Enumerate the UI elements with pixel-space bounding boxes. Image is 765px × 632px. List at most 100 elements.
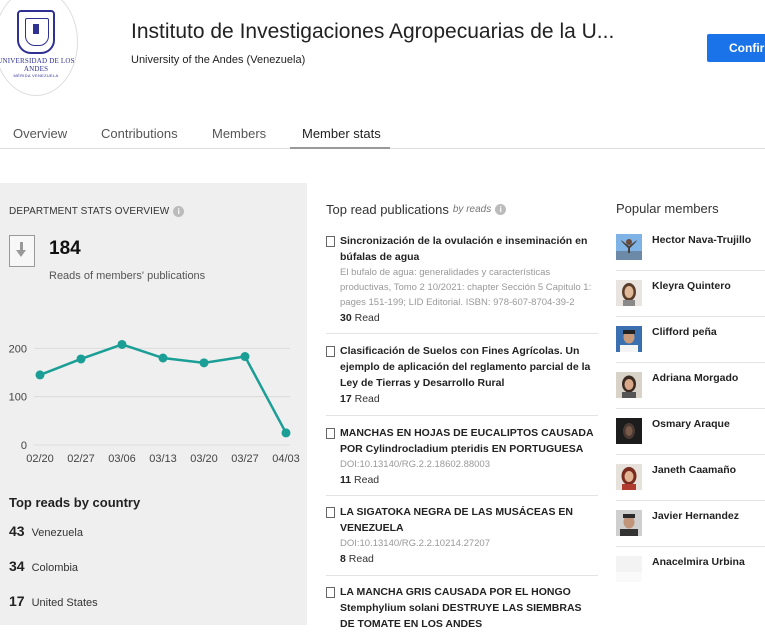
member-item[interactable]: Javier Hernandez: [616, 504, 765, 550]
publication-title: Sincronización de la ovulación e insemin…: [340, 235, 588, 263]
reads-count: 184: [49, 238, 81, 259]
data-point[interactable]: [281, 428, 291, 438]
avatar: [616, 234, 642, 260]
data-point[interactable]: [117, 339, 127, 349]
avatar: [616, 418, 642, 444]
avatar: [616, 510, 642, 536]
department-stats-panel: DEPARTMENT STATS OVERVIEW i 184 Reads of…: [0, 183, 307, 625]
document-icon: [326, 236, 335, 247]
country-count: 17: [9, 593, 25, 609]
data-point[interactable]: [240, 352, 250, 362]
divider: [326, 575, 598, 576]
publication-title-link[interactable]: MANCHAS EN HOJAS DE EUCALIPTOS CAUSADA P…: [326, 425, 598, 457]
reads-line-chart: 0 100 200 02/20 02/27 03/06 03/13 03/20 03/27 04…: [9, 339, 300, 465]
publication-meta: El bufalo de agua: generalidades y carac…: [340, 267, 592, 308]
publication-title: Clasificación de Suelos con Fines Agríco…: [340, 345, 591, 389]
member-item[interactable]: Osmary Araque: [616, 412, 765, 458]
university-link[interactable]: University of the Andes (Venezuela): [131, 54, 305, 66]
publication-title-link[interactable]: LA SIGATOKA NEGRA DE LAS MUSÁCEAS EN VEN…: [326, 504, 598, 536]
publication-reads: 11 Read: [326, 472, 598, 488]
publication-item: MANCHAS EN HOJAS DE EUCALIPTOS CAUSADA P…: [326, 425, 598, 488]
country-name: United States: [31, 597, 98, 609]
publication-reads: 17 Read: [326, 391, 598, 407]
tab-contributions[interactable]: Contributions: [101, 126, 178, 141]
publication-title: LA SIGATOKA NEGRA DE LAS MUSÁCEAS EN VEN…: [340, 506, 573, 534]
reads-label: Read: [354, 393, 380, 405]
reads-number: 30: [340, 312, 352, 324]
country-count: 43: [9, 523, 25, 539]
data-point[interactable]: [199, 358, 209, 368]
reads-number: 11: [340, 474, 352, 486]
member-name: Adriana Morgado: [652, 372, 739, 384]
country-row: 43 Venezuela: [9, 523, 83, 539]
publication-title-link[interactable]: Clasificación de Suelos con Fines Agríco…: [326, 343, 598, 391]
by-reads-label: by reads: [452, 204, 492, 215]
x-tick-label: 02/20: [26, 453, 54, 465]
publication-item: Sincronización de la ovulación e insemin…: [326, 233, 598, 326]
member-item[interactable]: Anacelmira Urbina: [616, 550, 765, 596]
download-reads-icon: [9, 235, 35, 267]
divider: [326, 415, 598, 416]
document-icon: [326, 587, 335, 598]
x-tick-label: 03/20: [190, 453, 218, 465]
tab-bar: Overview Contributions Members Member st…: [0, 118, 765, 149]
divider: [616, 362, 765, 363]
member-name: Kleyra Quintero: [652, 280, 731, 292]
member-item[interactable]: Clifford peña: [616, 320, 765, 366]
member-name: Hector Nava-Trujillo: [652, 234, 752, 246]
x-tick-label: 03/13: [149, 453, 177, 465]
member-item[interactable]: Adriana Morgado: [616, 366, 765, 412]
avatar: [616, 556, 642, 582]
publication-reads: 30 Read: [326, 310, 598, 326]
divider: [616, 408, 765, 409]
divider: [616, 270, 765, 271]
divider: [616, 316, 765, 317]
x-tick-label: 04/03: [272, 453, 300, 465]
country-count: 34: [9, 558, 25, 574]
country-name: Colombia: [31, 562, 79, 574]
divider: [616, 546, 765, 547]
reads-label: Reads of members' publications: [49, 270, 206, 282]
tab-members[interactable]: Members: [212, 126, 266, 141]
publication-reads: 8 Read: [326, 551, 598, 567]
tab-member-stats[interactable]: Member stats: [302, 126, 381, 141]
member-item[interactable]: Kleyra Quintero: [616, 274, 765, 320]
member-item[interactable]: Hector Nava-Trujillo: [616, 228, 765, 274]
publications-heading-text: Top read publications: [326, 202, 449, 217]
publication-item: Clasificación de Suelos con Fines Agríco…: [326, 343, 598, 407]
member-name: Osmary Araque: [652, 418, 730, 430]
data-point[interactable]: [35, 370, 45, 380]
info-icon[interactable]: i: [173, 206, 185, 217]
tab-overview[interactable]: Overview: [13, 126, 67, 141]
publications-heading: Top read publications by reads i: [326, 202, 507, 217]
data-point[interactable]: [76, 354, 86, 364]
confirm-button[interactable]: Confirm: [707, 34, 765, 62]
divider: [326, 333, 598, 334]
avatar: [616, 326, 642, 352]
publication-title-link[interactable]: Sincronización de la ovulación e insemin…: [326, 233, 598, 265]
active-tab-indicator: [290, 147, 390, 149]
document-icon: [326, 507, 335, 518]
publication-doi: DOI:10.13140/RG.2.2.18602.88003: [340, 459, 491, 470]
divider: [616, 500, 765, 501]
member-name: Anacelmira Urbina: [652, 556, 745, 568]
document-icon: [326, 428, 335, 439]
logo-text: UNIVERSIDAD DE LOS ANDES: [0, 57, 75, 73]
country-row: 34 Colombia: [9, 558, 78, 574]
reads-number: 17: [340, 393, 352, 405]
country-row: 17 United States: [9, 593, 98, 609]
top-country-heading: Top reads by country: [9, 495, 141, 510]
stats-heading: DEPARTMENT STATS OVERVIEW i: [9, 206, 185, 217]
avatar: [616, 464, 642, 490]
document-icon: [326, 346, 335, 357]
y-tick-label: 200: [9, 343, 27, 355]
info-icon[interactable]: i: [495, 204, 507, 215]
publication-title: MANCHAS EN HOJAS DE EUCALIPTOS CAUSADA P…: [340, 427, 594, 455]
x-tick-label: 03/27: [231, 453, 259, 465]
divider: [616, 454, 765, 455]
member-item[interactable]: Janeth Caamaño: [616, 458, 765, 504]
university-seal-icon: [17, 10, 55, 54]
x-tick-label: 03/06: [108, 453, 136, 465]
divider: [326, 495, 598, 496]
data-point[interactable]: [158, 353, 168, 363]
